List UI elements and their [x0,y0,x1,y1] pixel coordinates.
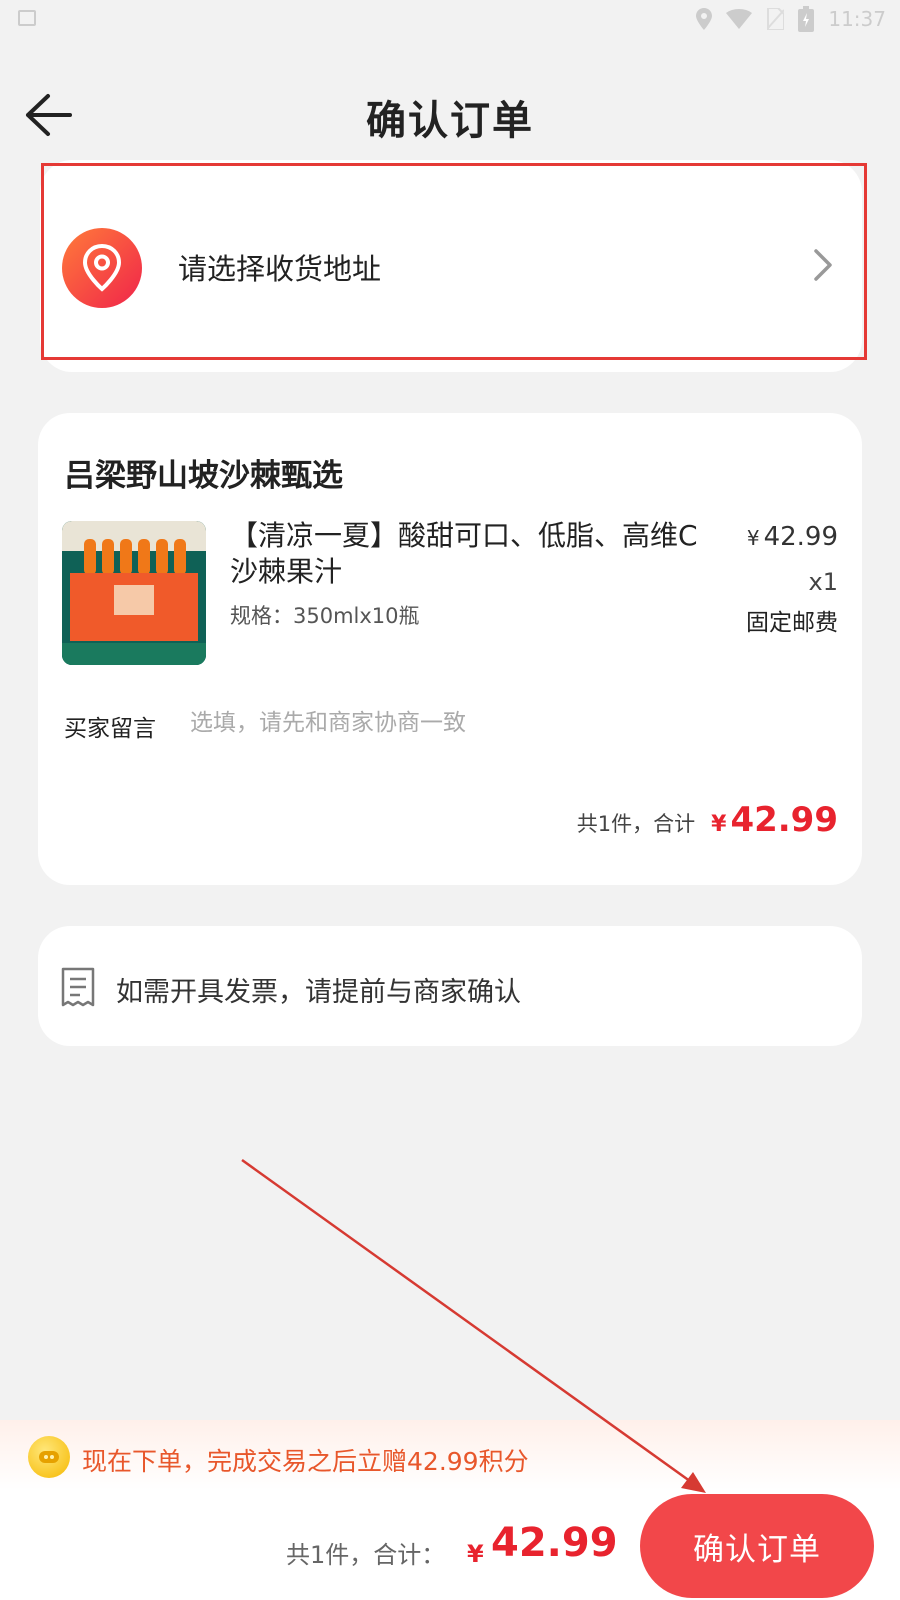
subtotal-label: 共1件，合计 [576,812,696,836]
product-quantity: x1 [808,568,838,596]
image-icon [18,10,36,26]
price-value: 42.99 [763,522,838,552]
price-symbol: ¥ [746,526,760,550]
buyer-note-input[interactable] [190,706,810,740]
header: 确认订单 [0,70,900,160]
location-icon [696,8,713,30]
shipping-fee-label: 固定邮费 [746,610,838,636]
total-symbol: ¥ [467,1540,484,1568]
status-time: 11:37 [828,7,886,31]
points-text: 现在下单，完成交易之后立赠42.99积分 [82,1447,529,1476]
product-spec: 规格：350mlx10瓶 [230,604,420,628]
invoice-text: 如需开具发票，请提前与商家确认 [116,977,521,1008]
receipt-icon [60,966,96,1012]
subtotal-symbol: ¥ [711,812,727,837]
wifi-icon [726,9,753,29]
page-title: 确认订单 [366,98,534,144]
chevron-right-icon[interactable] [812,248,834,286]
status-bar: 11:37 [0,0,900,40]
product-price: ¥42.99 [747,522,838,552]
address-selector[interactable] [40,160,862,372]
product-title[interactable]: 【清凉一夏】酸甜可口、低脂、高维C沙棘果汁 [230,518,700,590]
shop-name[interactable]: 吕梁野山坡沙棘甄选 [64,450,343,495]
buyer-note-label: 买家留言 [64,716,156,742]
confirm-order-button[interactable]: 确认订单 [640,1494,874,1598]
total-amount: 42.99 [491,1520,618,1566]
total-label: 共1件，合计： [286,1541,446,1569]
sim-icon [767,8,785,30]
coin-icon [28,1436,70,1478]
location-pin-icon [62,228,142,308]
product-image[interactable] [62,521,206,665]
battery-icon [798,6,815,32]
subtotal-amount: 42.99 [730,800,838,840]
order-subtotal: 共1件，合计 ¥ 42.99 [577,800,838,840]
address-prompt[interactable]: 请选择收货地址 [178,246,381,288]
